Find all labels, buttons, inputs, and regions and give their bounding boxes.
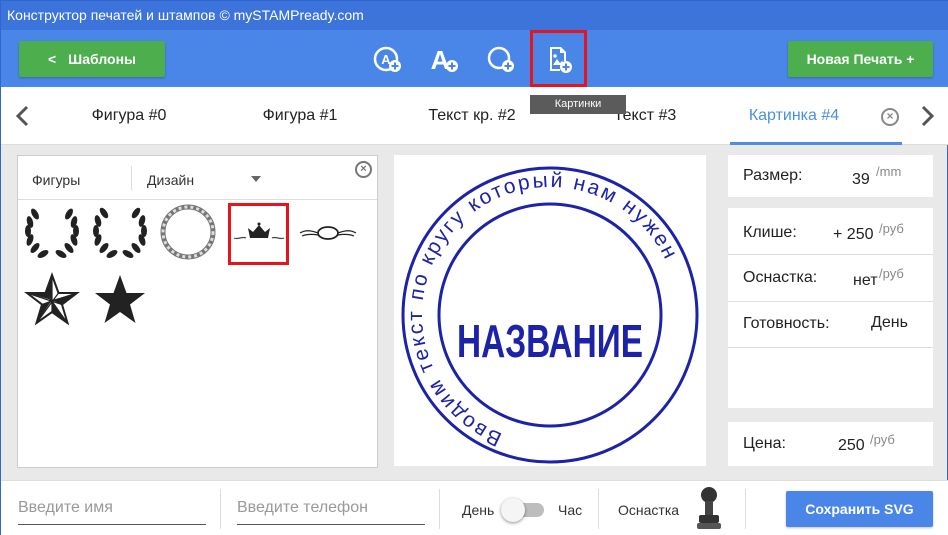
new-stamp-button[interactable]: Новая Печать + (788, 41, 933, 77)
star-outline-icon[interactable] (24, 272, 80, 328)
tab-image-4-label: Картинка #4 (748, 107, 840, 124)
size-label: Размер: (743, 167, 803, 184)
name-input[interactable]: Введите имя (18, 495, 206, 525)
footer-bar: Введите имя Введите телефон День Час Осн… (1, 480, 948, 535)
rig-unit: /руб (879, 266, 904, 281)
close-tab-icon[interactable]: × (881, 108, 899, 126)
tab-image-4[interactable]: Картинка #4 (730, 87, 902, 145)
divider (728, 301, 933, 302)
chevron-left-icon: < (47, 51, 57, 67)
divider (439, 489, 440, 529)
size-row: Размер: 39 /mm (743, 164, 923, 188)
cliche-value: + 250 (833, 226, 874, 243)
stamp-center-text: НАЗВАНИЕ (457, 315, 643, 367)
day-label: День (462, 502, 495, 518)
library-tabs: Фигуры Дизайн × (18, 156, 377, 200)
cliche-label: Клише: (743, 224, 797, 241)
price-unit: /руб (870, 432, 895, 447)
highlight-frame (228, 203, 289, 265)
hour-label: Час (558, 502, 583, 518)
tabs-next-icon[interactable] (917, 104, 937, 128)
tabs-prev-icon[interactable] (13, 104, 33, 128)
highlight-frame (530, 30, 587, 87)
close-panel-icon[interactable]: × (355, 161, 372, 178)
rope-circle-icon[interactable] (158, 202, 218, 262)
price-value: 250 (838, 437, 865, 454)
laurel-wreath-2-icon[interactable] (90, 202, 150, 262)
ready-value: День (871, 314, 908, 331)
templates-button[interactable]: < Шаблоны (19, 41, 165, 77)
library-tab-design[interactable]: Дизайн (147, 156, 194, 200)
library-tab-figures[interactable]: Фигуры (32, 156, 80, 200)
toolbar: < Шаблоны A A Новая Печать + (1, 30, 948, 87)
price-label: Цена: (743, 435, 786, 452)
price-box: Цена: 250 /руб (728, 422, 933, 466)
ready-row: Готовность: День (743, 314, 923, 333)
cliche-unit: /руб (879, 221, 904, 236)
stamp-handle-icon[interactable] (694, 486, 724, 532)
price-row: Цена: 250 /руб (743, 432, 923, 454)
chevron-down-icon[interactable] (251, 176, 261, 182)
rig-label: Оснастка: (743, 269, 818, 286)
tooltip: Картинки (530, 95, 626, 114)
ready-label: Готовность: (743, 315, 830, 332)
tab-figure-1[interactable]: Фигура #1 (244, 87, 356, 145)
library-divider (131, 166, 132, 190)
add-shape-icon[interactable] (485, 43, 517, 75)
phone-input[interactable]: Введите телефон (237, 495, 425, 525)
divider (728, 347, 933, 348)
tab-text-circle-2[interactable]: Текст кр. #2 (408, 87, 536, 145)
size-unit: /mm (876, 164, 902, 179)
element-tabs: Фигура #0 Фигура #1 Текст кр. #2 Текст #… (1, 87, 948, 145)
divider (728, 254, 933, 255)
cliche-row: Клише: + 250 /руб (743, 221, 923, 243)
divider (598, 489, 599, 529)
toggle-knob[interactable] (501, 498, 525, 522)
templates-label: Шаблоны (68, 51, 136, 67)
tab-figure-0[interactable]: Фигура #0 (73, 87, 185, 145)
svg-text:A: A (431, 45, 450, 75)
add-circle-text-icon[interactable]: A (372, 43, 404, 75)
stamp-canvas[interactable]: Вводим текст по кругу который нам нужен … (394, 155, 706, 466)
app-window: Конструктор печатей и штампов © mySTAMPr… (0, 0, 948, 535)
save-svg-button[interactable]: Сохранить SVG (786, 491, 933, 527)
divider (745, 489, 746, 529)
size-box: Размер: 39 /mm (728, 155, 933, 197)
rig-row: Оснастка: нет /руб (743, 266, 923, 289)
divider (220, 489, 221, 529)
size-value[interactable]: 39 (852, 171, 870, 189)
stamp-preview: Вводим текст по кругу который нам нужен … (401, 166, 699, 464)
rig-footer-label: Оснастка (618, 502, 680, 518)
laurel-wreath-icon[interactable] (22, 202, 82, 262)
window-title: Конструктор печатей и штампов © mySTAMPr… (1, 1, 948, 30)
order-details-box: Клише: + 250 /руб Оснастка: нет /руб Гот… (728, 208, 933, 408)
add-text-icon[interactable]: A (428, 43, 460, 75)
rig-value: нет (853, 272, 878, 289)
oval-ornament-icon[interactable] (298, 208, 358, 258)
image-library-panel: Фигуры Дизайн × (17, 155, 378, 468)
star-filled-icon[interactable] (92, 272, 148, 328)
